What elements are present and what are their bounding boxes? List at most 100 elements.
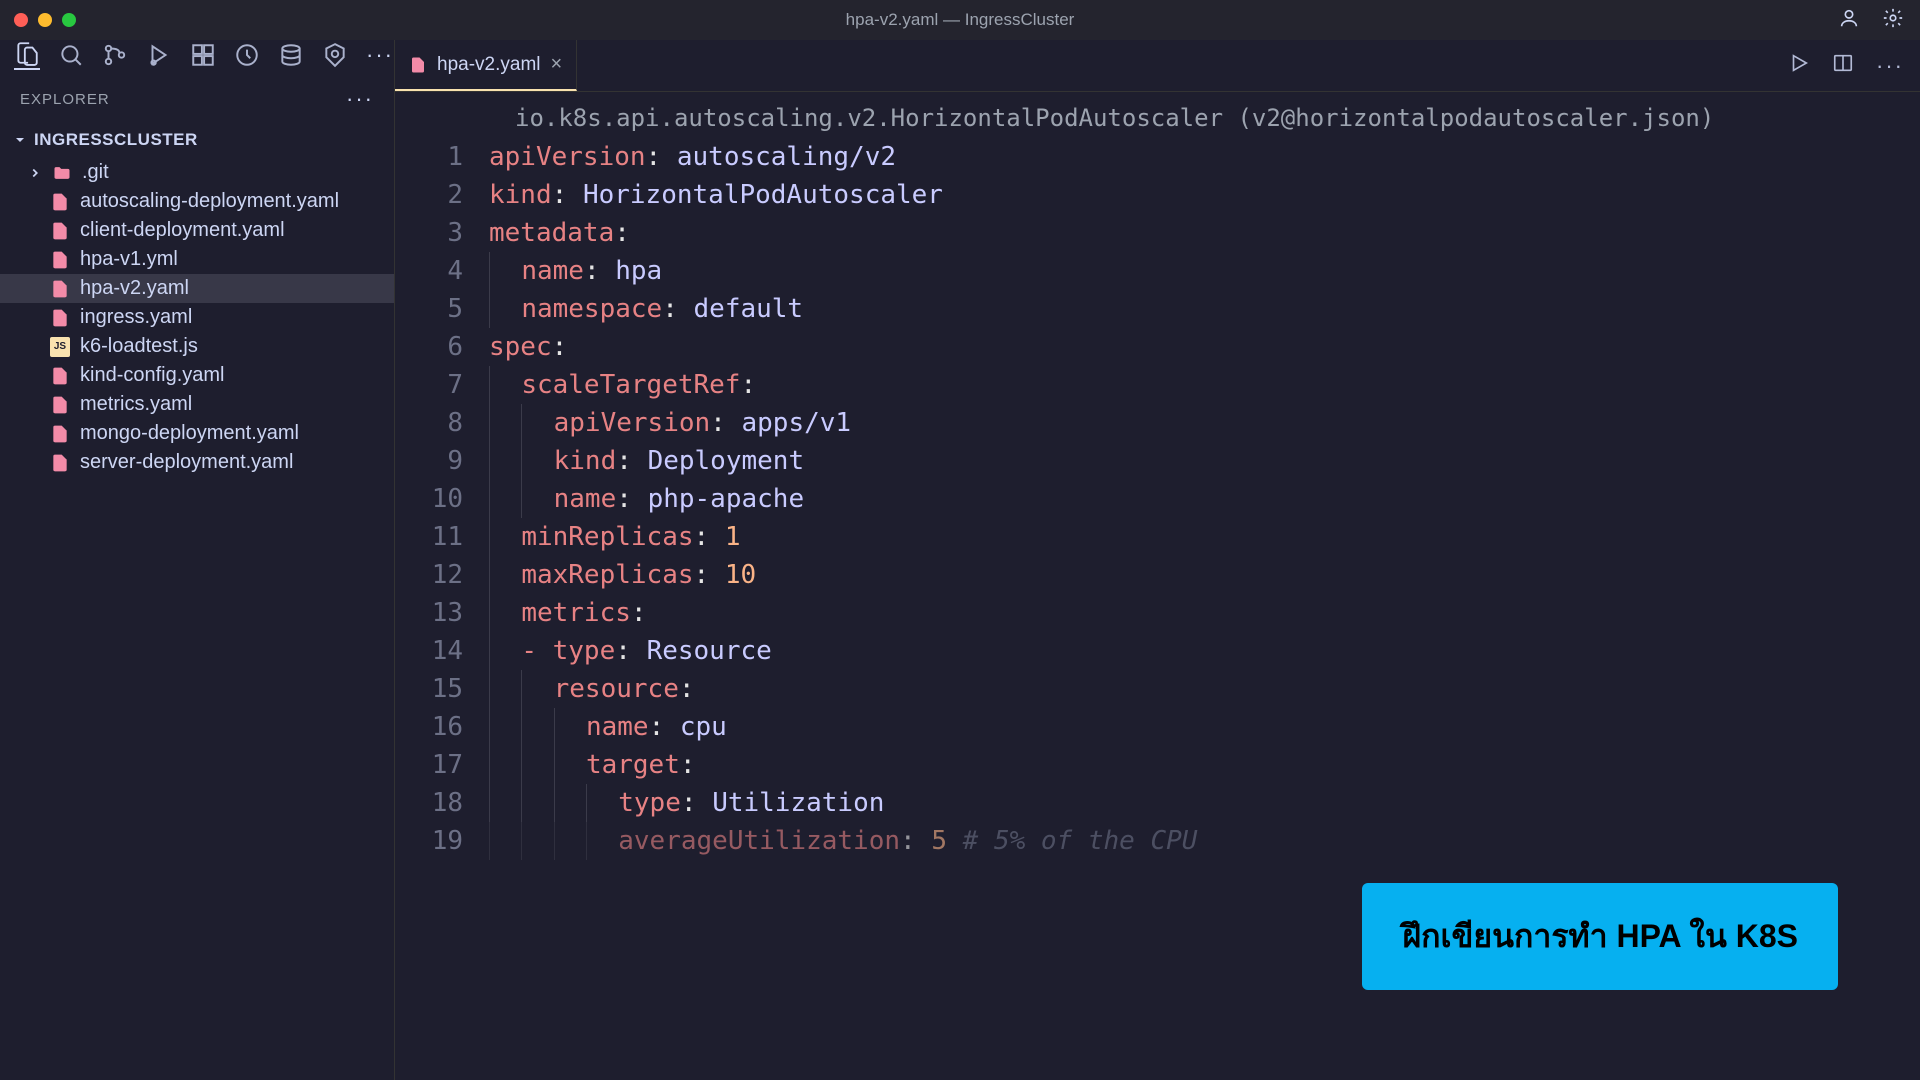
line-number: 7: [395, 366, 463, 404]
run-icon[interactable]: [1788, 52, 1810, 79]
editor-area: hpa-v2.yaml × ··· io.k8s.api.autoscaling…: [395, 40, 1920, 1080]
file-item[interactable]: JS k6-loadtest.js: [0, 332, 394, 361]
folder-item[interactable]: .git: [0, 158, 394, 187]
code-line[interactable]: averageUtilization: 5 # 5% of the CPU: [489, 822, 1920, 860]
code-line[interactable]: maxReplicas: 10: [489, 556, 1920, 594]
yaml-file-icon: [50, 453, 70, 473]
run-debug-icon[interactable]: [146, 42, 172, 68]
file-label: ingress.yaml: [80, 306, 192, 329]
file-label: kind-config.yaml: [80, 364, 225, 387]
line-number: 13: [395, 594, 463, 632]
timeline-icon[interactable]: [234, 42, 260, 68]
file-label: metrics.yaml: [80, 393, 192, 416]
settings-gear-icon[interactable]: [1882, 7, 1904, 34]
code-line[interactable]: target:: [489, 746, 1920, 784]
yaml-file-icon: [50, 366, 70, 386]
file-item[interactable]: hpa-v1.yml: [0, 245, 394, 274]
code-line[interactable]: metrics:: [489, 594, 1920, 632]
code-line[interactable]: minReplicas: 1: [489, 518, 1920, 556]
code-line[interactable]: metadata:: [489, 214, 1920, 252]
line-number: 5: [395, 290, 463, 328]
line-number: 8: [395, 404, 463, 442]
file-tree: .git autoscaling-deployment.yaml client-de…: [0, 158, 394, 1080]
file-item[interactable]: ingress.yaml: [0, 303, 394, 332]
code-line[interactable]: apiVersion: autoscaling/v2: [489, 138, 1920, 176]
close-tab-icon[interactable]: ×: [551, 53, 563, 76]
file-item[interactable]: kind-config.yaml: [0, 361, 394, 390]
kubernetes-icon[interactable]: [322, 42, 348, 68]
line-number: 12: [395, 556, 463, 594]
chevron-right-icon: [28, 166, 42, 180]
code-line[interactable]: namespace: default: [489, 290, 1920, 328]
database-icon[interactable]: [278, 42, 304, 68]
file-label: client-deployment.yaml: [80, 219, 285, 242]
yaml-file-icon: [50, 308, 70, 328]
window-title: hpa-v2.yaml — IngressCluster: [846, 10, 1075, 30]
code-line[interactable]: kind: Deployment: [489, 442, 1920, 480]
line-number: 2: [395, 176, 463, 214]
file-label: autoscaling-deployment.yaml: [80, 190, 339, 213]
activity-bar: ···: [0, 40, 395, 70]
code-line[interactable]: - type: Resource: [489, 632, 1920, 670]
line-number: 19: [395, 822, 463, 860]
code-line[interactable]: spec:: [489, 328, 1920, 366]
line-number: 15: [395, 670, 463, 708]
search-icon[interactable]: [58, 42, 84, 68]
more-views-icon[interactable]: ···: [366, 42, 394, 68]
code-line[interactable]: kind: HorizontalPodAutoscaler: [489, 176, 1920, 214]
file-item[interactable]: autoscaling-deployment.yaml: [0, 187, 394, 216]
editor-more-icon[interactable]: ···: [1876, 53, 1904, 79]
line-number-gutter: 12345678910111213141516171819: [395, 138, 489, 1080]
source-control-icon[interactable]: [102, 42, 128, 68]
line-number: 1: [395, 138, 463, 176]
file-label: k6-loadtest.js: [80, 335, 198, 358]
line-number: 11: [395, 518, 463, 556]
account-icon[interactable]: [1838, 7, 1860, 34]
close-window-button[interactable]: [14, 13, 28, 27]
yaml-file-icon: [50, 395, 70, 415]
maximize-window-button[interactable]: [62, 13, 76, 27]
explorer-icon[interactable]: [14, 40, 40, 70]
yaml-file-icon: [50, 192, 70, 212]
code-line[interactable]: resource:: [489, 670, 1920, 708]
yaml-file-icon: [50, 221, 70, 241]
line-number: 10: [395, 480, 463, 518]
breadcrumb[interactable]: io.k8s.api.autoscaling.v2.HorizontalPodA…: [395, 92, 1920, 138]
minimize-window-button[interactable]: [38, 13, 52, 27]
tab-hpa-v2[interactable]: hpa-v2.yaml ×: [395, 40, 577, 91]
chevron-down-icon: [12, 132, 28, 148]
sidebar-title: EXPLORER: [20, 91, 110, 108]
window-controls: [14, 13, 76, 27]
code-line[interactable]: name: hpa: [489, 252, 1920, 290]
yaml-file-icon: [50, 424, 70, 444]
yaml-file-icon: [50, 250, 70, 270]
file-icon: [409, 56, 427, 74]
file-item[interactable]: mongo-deployment.yaml: [0, 419, 394, 448]
annotation-callout: ฝึกเขียนการทำ HPA ใน K8S: [1362, 883, 1838, 990]
line-number: 3: [395, 214, 463, 252]
file-item[interactable]: hpa-v2.yaml: [0, 274, 394, 303]
file-label: hpa-v1.yml: [80, 248, 178, 271]
line-number: 18: [395, 784, 463, 822]
folder-icon: [52, 163, 72, 183]
code-line[interactable]: apiVersion: apps/v1: [489, 404, 1920, 442]
file-label: mongo-deployment.yaml: [80, 422, 299, 445]
project-name: INGRESSCLUSTER: [34, 130, 198, 150]
file-item[interactable]: metrics.yaml: [0, 390, 394, 419]
code-line[interactable]: type: Utilization: [489, 784, 1920, 822]
tab-label: hpa-v2.yaml: [437, 54, 541, 76]
code-line[interactable]: name: php-apache: [489, 480, 1920, 518]
explorer-more-icon[interactable]: ···: [346, 86, 374, 112]
file-label: .git: [82, 161, 109, 184]
split-editor-icon[interactable]: [1832, 52, 1854, 79]
file-item[interactable]: client-deployment.yaml: [0, 216, 394, 245]
line-number: 4: [395, 252, 463, 290]
line-number: 17: [395, 746, 463, 784]
project-folder-header[interactable]: INGRESSCLUSTER: [0, 122, 394, 158]
titlebar: hpa-v2.yaml — IngressCluster: [0, 0, 1920, 40]
js-file-icon: JS: [50, 337, 70, 357]
code-line[interactable]: scaleTargetRef:: [489, 366, 1920, 404]
code-line[interactable]: name: cpu: [489, 708, 1920, 746]
file-item[interactable]: server-deployment.yaml: [0, 448, 394, 477]
extensions-icon[interactable]: [190, 42, 216, 68]
